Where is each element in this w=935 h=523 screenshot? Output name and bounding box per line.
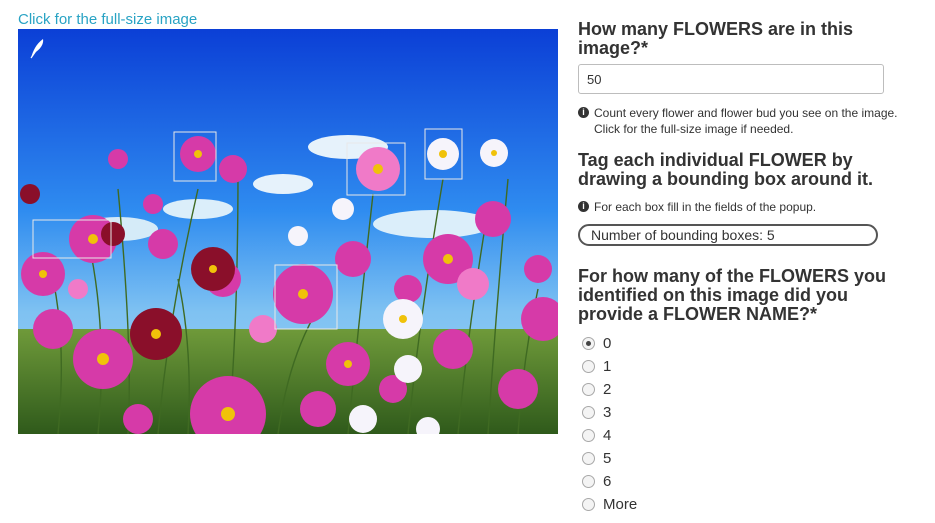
flower-count-help: i Count every flower and flower bud you … [578,105,898,137]
radio-button[interactable] [582,406,595,419]
option-0[interactable]: 0 [578,332,898,355]
radio-button[interactable] [582,337,595,350]
option-more[interactable]: More [578,493,898,516]
radio-button[interactable] [582,360,595,373]
flower-count-input[interactable] [578,64,884,94]
full-size-image-link[interactable]: Click for the full-size image [18,11,197,28]
option-2[interactable]: 2 [578,378,898,401]
radio-button[interactable] [582,383,595,396]
info-icon: i [578,201,589,212]
bounding-box-help: i For each box fill in the fields of the… [578,199,898,215]
radio-button[interactable] [582,429,595,442]
option-1[interactable]: 1 [578,355,898,378]
question-flower-name-title: For how many of the FLOWERS you identifi… [578,266,886,324]
question-bounding-box-title: Tag each individual FLOWER by drawing a … [578,150,873,189]
option-4[interactable]: 4 [578,424,898,447]
option-3[interactable]: 3 [578,401,898,424]
flower-photo[interactable] [18,29,558,434]
annotation-form: How many FLOWERS are in this image?* i C… [578,20,898,516]
question-flower-count-title: How many FLOWERS are in this image?* [578,19,854,58]
radio-button[interactable] [582,498,595,511]
flower-photo-canvas [18,29,558,434]
info-icon: i [578,107,589,118]
radio-button[interactable] [582,452,595,465]
radio-button[interactable] [582,475,595,488]
feather-icon[interactable] [28,37,46,59]
option-6[interactable]: 6 [578,470,898,493]
flower-name-count-options: 0 1 2 3 4 5 6 More [578,332,898,516]
bounding-box-count-button[interactable]: Number of bounding boxes: 5 [578,224,878,246]
option-5[interactable]: 5 [578,447,898,470]
